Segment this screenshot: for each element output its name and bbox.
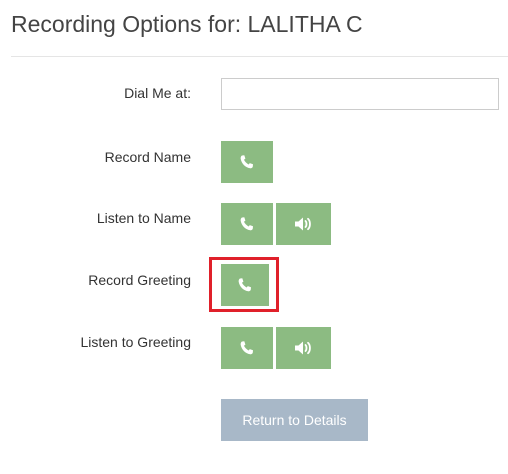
record-name-call-button[interactable] [221,141,273,183]
listen-to-name-call-button[interactable] [221,203,273,245]
phone-icon [240,155,253,169]
record-greeting-label: Record Greeting [88,272,191,288]
return-to-details-button[interactable]: Return to Details [221,399,368,441]
listen-to-name-play-button[interactable] [276,203,331,245]
dial-me-input[interactable] [221,78,499,110]
listen-to-greeting-label: Listen to Greeting [80,334,191,350]
dial-me-label: Dial Me at: [124,85,191,101]
phone-icon [240,341,253,355]
listen-to-greeting-call-button[interactable] [221,327,273,369]
listen-to-name-label: Listen to Name [96,210,191,226]
page-title: Recording Options for: LALITHA C [11,11,363,37]
speaker-icon [294,217,311,231]
highlight-box [209,257,279,312]
phone-icon [240,217,253,231]
speaker-icon [294,341,311,355]
record-name-label: Record Name [104,149,191,165]
divider [11,56,508,57]
listen-to-greeting-play-button[interactable] [276,327,331,369]
